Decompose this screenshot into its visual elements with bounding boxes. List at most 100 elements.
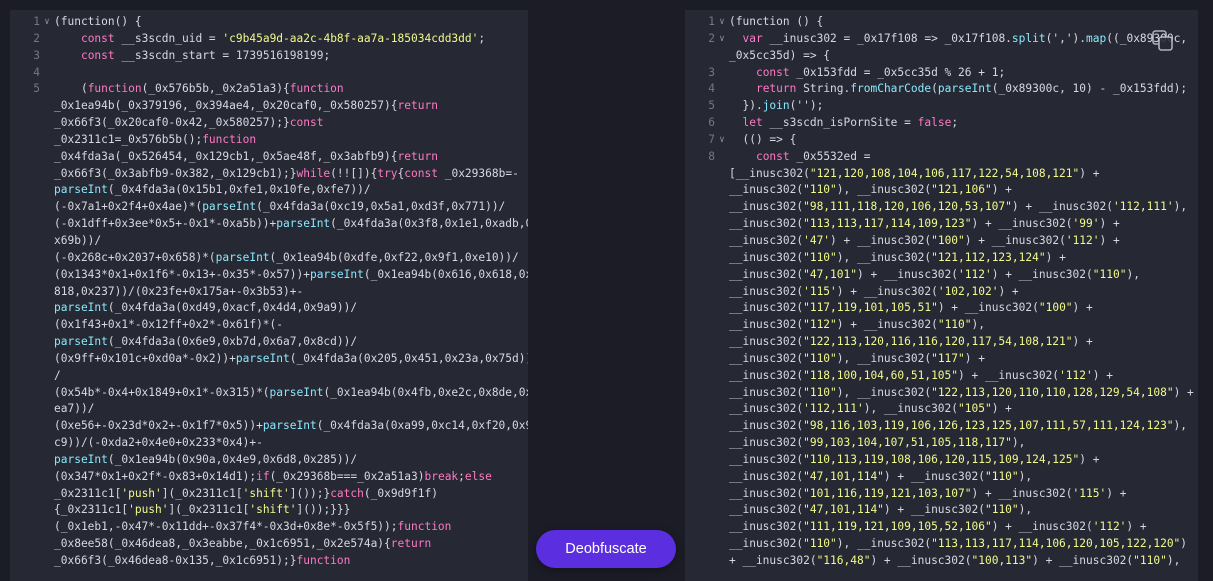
code-token: ; [951, 116, 959, 130]
code-line: 1 ∨ (function () { [685, 14, 1198, 31]
line-content: parseInt(_0x1ea94b(0x90a,0x4e9,0x6d8,0x2… [54, 452, 528, 469]
code-line: + __inusc302("116,48") + __inusc302("100… [685, 553, 1198, 570]
code-token: (0x1f43+0x1*-0x12ff+0x2*-0x61f)*(- [54, 318, 284, 332]
code-token: __inusc302( [729, 452, 804, 466]
line-content: (0x1343*0x1+0x1f6*-0x13+-0x35*-0x57))+pa… [54, 267, 528, 284]
code-token: _0x66f3(_0x3abfb9-0x382,_0x129cb1);} [54, 166, 297, 180]
code-line: 5 (function(_0x576b5b,_0x2a51a3){functio… [10, 81, 528, 98]
code-token: (0xe56+-0x23d*0x2+-0x1f7*0x5))+ [54, 419, 263, 433]
line-content: [__inusc302("121,120,108,104,106,117,122… [729, 166, 1198, 183]
code-token: ), __inusc302( [836, 351, 932, 365]
line-content: const __s3scdn_uid = 'c9b45a9d-aa2c-4b8f… [54, 31, 528, 48]
code-token: (function () { [729, 15, 824, 28]
code-token: ) + [1092, 368, 1113, 382]
line-number [685, 182, 715, 199]
code-token: parseInt [276, 217, 331, 231]
code-token: parseInt [54, 183, 108, 197]
code-token: ) + [1045, 250, 1066, 264]
line-content: __inusc302('115') + __inusc302('102,102'… [729, 284, 1198, 301]
code-token: "101,116,119,121,103,107" [803, 486, 972, 500]
code-token: ) + [1099, 233, 1120, 247]
code-token: ), __inusc302( [836, 385, 932, 399]
code-token: return [397, 149, 438, 163]
code-token: "110" [984, 503, 1019, 517]
line-number [685, 553, 715, 570]
line-content: __inusc302("47,101,114") + __inusc302("1… [729, 469, 1198, 486]
code-token: ](_0x2311c1[ [168, 503, 250, 517]
line-number: 4 [33, 65, 40, 79]
code-token: (!![]){ [330, 166, 378, 180]
code-line: 3 const _0x153fdd = _0x5cc35d % 26 + 1; [685, 65, 1198, 82]
code-token: function [289, 82, 344, 96]
line-number [685, 452, 715, 469]
code-token: __inusc302( [729, 301, 804, 315]
line-number [685, 502, 715, 519]
code-token: parseInt [235, 351, 290, 365]
line-content: __inusc302("110,113,119,108,106,120,115,… [729, 452, 1198, 469]
code-line: 8 const _0x5532ed = [685, 149, 1198, 166]
line-number [10, 553, 40, 570]
input-code-lines[interactable]: 1 ∨ (function() {2 const __s3scdn_uid = 'c… [10, 10, 528, 570]
line-content: __inusc302("118,100,104,60,51,105") + __… [729, 368, 1198, 385]
fold-chevron-icon[interactable]: ∨ [715, 14, 729, 31]
line-content: _0x66f3(_0x20caf0-0x42,_0x580257);}const [54, 115, 528, 132]
code-token: return [755, 82, 797, 96]
code-token: ) + __inusc302( [883, 503, 985, 517]
code-token: (0x9ff+0x101c+0xd0a*-0x2))+ [54, 351, 236, 365]
code-line: __inusc302("47,101,114") + __inusc302("1… [685, 469, 1198, 486]
code-token: parseInt [309, 267, 364, 281]
deobfuscate-button[interactable]: Deobfuscate [536, 530, 676, 568]
line-content: x69b))/ [54, 233, 528, 250]
code-token: (''); [789, 99, 824, 113]
code-token: ), __inusc302( [836, 250, 932, 264]
code-token: _0x153fdd = _0x5cc35d % 26 + 1; [789, 65, 1006, 79]
code-token: join [762, 99, 790, 113]
code-token: map [1086, 31, 1107, 45]
code-token: (0x1343*0x1+0x1f6*-0x13+-0x35*-0x57))+ [54, 267, 310, 281]
output-code-editor[interactable]: 1 ∨ (function () {2 ∨ var __inusc302 = _0x1… [685, 10, 1198, 581]
code-token: (-0x7a1+0x2f4+0x4ae)*( [54, 200, 203, 214]
line-content: _0x1ea94b(_0x379196,_0x394ae4,_0x20caf0,… [54, 98, 528, 115]
code-line: parseInt(_0x1ea94b(0x90a,0x4e9,0x6d8,0x2… [10, 452, 528, 469]
line-number: 3 [708, 65, 715, 79]
line-number [10, 267, 40, 284]
code-line: __inusc302("110"), __inusc302("122,113,1… [685, 385, 1198, 402]
line-content: __inusc302("113,113,117,114,109,123") + … [729, 216, 1198, 233]
input-code-editor[interactable]: 1 ∨ (function() {2 const __s3scdn_uid = 'c… [10, 10, 528, 581]
code-token: ), [1173, 200, 1188, 214]
line-content: (0x1f43+0x1*-0x12ff+0x2*-0x61f)*(- [54, 317, 528, 334]
fold-chevron-icon[interactable]: ∨ [40, 14, 54, 31]
code-token: (() => { [729, 132, 797, 146]
line-content: _0x4fda3a(_0x526454,_0x129cb1,_0x5ae48f,… [54, 149, 528, 166]
line-content: __inusc302("110"), __inusc302("113,113,1… [729, 536, 1198, 553]
fold-chevron-icon[interactable]: ∨ [715, 132, 729, 149]
line-content: + __inusc302("116,48") + __inusc302("100… [729, 553, 1198, 570]
code-line: _0x1ea94b(_0x379196,_0x394ae4,_0x20caf0,… [10, 98, 528, 115]
line-number [10, 368, 40, 385]
line-content: / [54, 368, 528, 385]
line-content: __inusc302("98,111,118,120,106,120,53,10… [729, 199, 1198, 216]
line-number [10, 132, 40, 149]
line-number [685, 401, 715, 418]
line-number [10, 469, 40, 486]
output-code-lines[interactable]: 1 ∨ (function () {2 ∨ var __inusc302 = _0x1… [685, 10, 1198, 570]
line-content: (function () { [729, 14, 1198, 31]
fold-chevron-icon[interactable]: ∨ [715, 31, 729, 48]
line-number: 8 [708, 149, 715, 163]
code-token: "111,119,121,109,105,52,106" [803, 520, 992, 534]
copy-button[interactable] [1150, 28, 1176, 54]
code-token: '112,111' [803, 402, 864, 416]
code-token: while [296, 166, 331, 180]
copy-icon [1152, 30, 1173, 51]
